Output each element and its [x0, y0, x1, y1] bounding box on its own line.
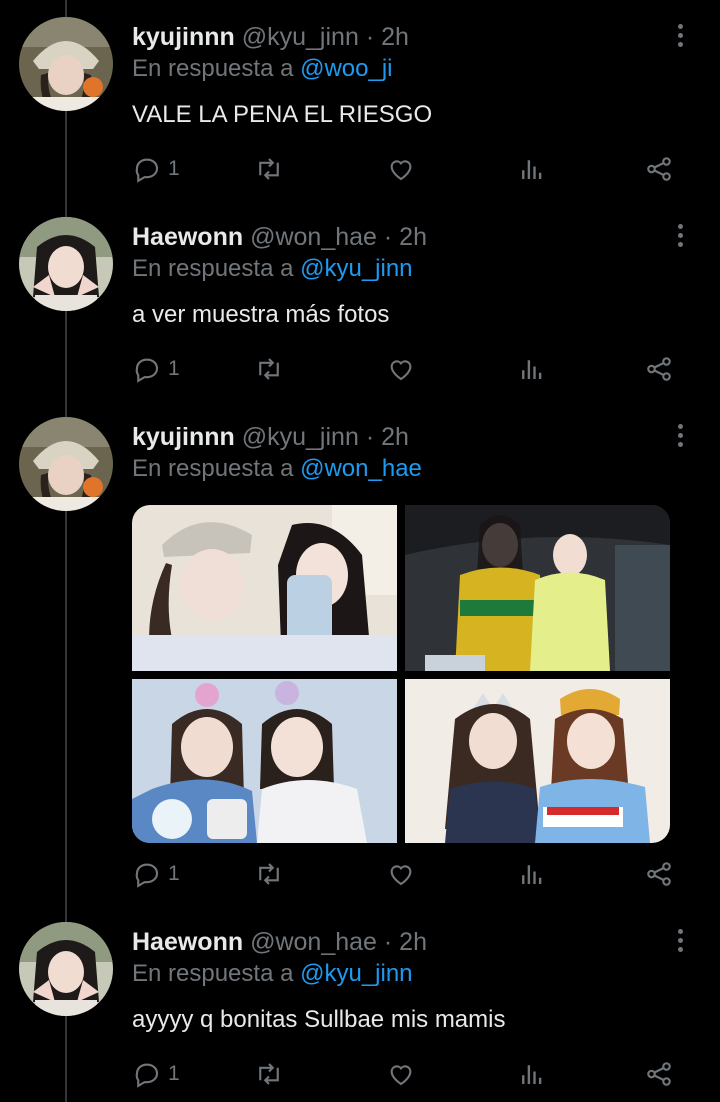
share-icon — [647, 157, 671, 181]
umbrella-stage-photo[interactable] — [405, 505, 670, 671]
reply-prefix: En respuesta a — [132, 55, 294, 82]
tweet[interactable]: Haewonn @won_hae · 2h En respuesta a @ky… — [0, 905, 720, 1102]
reply-count: 1 — [168, 862, 180, 885]
views-button[interactable] — [517, 1057, 547, 1091]
reply-mention[interactable]: @kyu_jinn — [300, 255, 412, 282]
separator-dot: · — [365, 23, 375, 51]
more-icon[interactable] — [670, 925, 690, 955]
reply-context: En respuesta a @won_hae — [132, 454, 680, 484]
reply-mention[interactable]: @woo_ji — [300, 55, 392, 82]
tweet-text: ayyyy q bonitas Sullbae mis mamis — [132, 1006, 506, 1033]
share-icon — [647, 1062, 671, 1086]
reply-icon — [135, 158, 159, 183]
retweet-icon — [259, 158, 279, 180]
share-button[interactable] — [644, 152, 674, 186]
share-button[interactable] — [644, 857, 674, 891]
views-button[interactable] — [517, 352, 547, 386]
reply-prefix: En respuesta a — [132, 960, 294, 987]
action-bar: 1 — [132, 352, 692, 386]
author-handle[interactable]: @kyu_jinn — [242, 23, 359, 51]
author-name[interactable]: Haewonn — [132, 928, 243, 956]
more-icon[interactable] — [670, 20, 690, 50]
like-button[interactable] — [386, 857, 416, 891]
more-icon[interactable] — [670, 420, 690, 450]
reply-icon — [135, 863, 159, 888]
reply-button[interactable]: 1 — [132, 1057, 180, 1091]
reply-context: En respuesta a @kyu_jinn — [132, 959, 680, 989]
mirror-selfie-photo[interactable] — [132, 505, 397, 671]
like-button[interactable] — [386, 352, 416, 386]
retweet-icon — [259, 358, 279, 380]
reply-mention[interactable]: @kyu_jinn — [300, 960, 412, 987]
tiara-lotte-photo[interactable] — [405, 679, 670, 843]
share-icon — [647, 357, 671, 381]
avatar[interactable] — [19, 922, 113, 1016]
author-name[interactable]: kyujinnn — [132, 423, 235, 451]
author-name[interactable]: kyujinnn — [132, 23, 235, 51]
retweet-icon — [259, 1063, 279, 1085]
reply-icon — [135, 1063, 159, 1088]
media-grid — [132, 505, 670, 843]
views-icon — [522, 160, 542, 179]
action-bar: 1 — [132, 1057, 692, 1091]
reply-prefix: En respuesta a — [132, 255, 294, 282]
avatar[interactable] — [19, 217, 113, 311]
separator-dot: · — [383, 928, 393, 956]
author-handle[interactable]: @won_hae — [250, 928, 377, 956]
reply-button[interactable]: 1 — [132, 857, 180, 891]
timestamp[interactable]: 2h — [399, 223, 427, 251]
timestamp[interactable]: 2h — [381, 423, 409, 451]
share-button[interactable] — [644, 352, 674, 386]
tweet[interactable]: Haewonn @won_hae · 2h En respuesta a @ky… — [0, 200, 720, 400]
share-button[interactable] — [644, 1057, 674, 1091]
reply-icon — [135, 358, 159, 383]
views-icon — [522, 360, 542, 379]
reply-button[interactable]: 1 — [132, 152, 180, 186]
headband-fansign-photo[interactable] — [132, 679, 397, 843]
retweet-button[interactable] — [254, 1057, 284, 1091]
author-handle[interactable]: @won_hae — [250, 223, 377, 251]
reply-count: 1 — [168, 1062, 180, 1085]
views-icon — [522, 1065, 542, 1084]
views-icon — [522, 865, 542, 884]
action-bar: 1 — [132, 857, 692, 891]
reply-count: 1 — [168, 157, 180, 180]
action-bar: 1 — [132, 152, 692, 186]
reply-count: 1 — [168, 357, 180, 380]
like-icon — [390, 865, 412, 886]
separator-dot: · — [383, 223, 393, 251]
retweet-button[interactable] — [254, 857, 284, 891]
tweet-text: a ver muestra más fotos — [132, 301, 390, 328]
reply-context: En respuesta a @woo_ji — [132, 54, 680, 84]
separator-dot: · — [365, 423, 375, 451]
reply-button[interactable]: 1 — [132, 352, 180, 386]
avatar[interactable] — [19, 17, 113, 111]
views-button[interactable] — [517, 857, 547, 891]
like-icon — [390, 160, 412, 181]
more-icon[interactable] — [670, 220, 690, 250]
retweet-icon — [259, 863, 279, 885]
like-icon — [390, 360, 412, 381]
views-button[interactable] — [517, 152, 547, 186]
retweet-button[interactable] — [254, 352, 284, 386]
author-handle[interactable]: @kyu_jinn — [242, 423, 359, 451]
tweet-text: VALE LA PENA EL RIESGO — [132, 101, 433, 128]
author-name[interactable]: Haewonn — [132, 223, 243, 251]
reply-context: En respuesta a @kyu_jinn — [132, 254, 680, 284]
avatar[interactable] — [19, 417, 113, 511]
like-button[interactable] — [386, 152, 416, 186]
reply-prefix: En respuesta a — [132, 455, 294, 482]
like-icon — [390, 1065, 412, 1086]
share-icon — [647, 862, 671, 886]
tweet[interactable]: kyujinnn @kyu_jinn · 2h En respuesta a @… — [0, 0, 720, 200]
timestamp[interactable]: 2h — [381, 23, 409, 51]
reply-mention[interactable]: @won_hae — [300, 455, 422, 482]
timestamp[interactable]: 2h — [399, 928, 427, 956]
like-button[interactable] — [386, 1057, 416, 1091]
retweet-button[interactable] — [254, 152, 284, 186]
